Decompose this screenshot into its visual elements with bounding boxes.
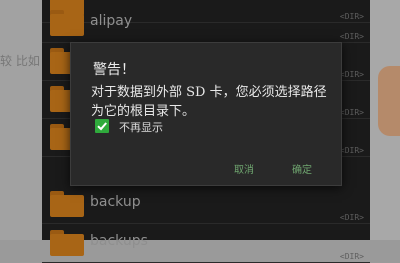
ok-button[interactable]: 确定 [292,161,312,176]
dir-tag: <DIR> [339,70,364,79]
cancel-button[interactable]: 取消 [234,161,254,176]
background-decoration [378,66,400,136]
file-row[interactable]: backups <DIR> [42,224,370,263]
dir-tag: <DIR> [339,213,364,222]
file-row[interactable]: alipay <DIR> [42,4,370,43]
file-row[interactable]: backup <DIR> [42,185,370,224]
dont-show-again-checkbox[interactable] [95,119,109,133]
background-left-panel: 较 比如 [0,0,42,240]
dialog-message: 对于数据到外部 SD 卡，您必须选择路径为它的根目录下。 [91,85,327,119]
folder-icon [50,191,84,217]
dialog-title: 警告！ [93,62,135,78]
file-name: backup [90,194,141,210]
dir-tag: <DIR> [339,252,364,261]
file-name: backups [90,233,148,249]
background-left-text: 较 比如 [0,54,40,68]
file-name: alipay [90,13,133,29]
folder-icon [50,10,84,36]
background-right-panel [370,0,400,240]
folder-icon [50,230,84,256]
dir-tag: <DIR> [339,108,364,117]
checkmark-icon [97,122,107,131]
warning-dialog: 警告！ 对于数据到外部 SD 卡，您必须选择路径为它的根目录下。 不再显示 取消… [70,42,342,186]
checkbox-label: 不再显示 [119,121,163,134]
dir-tag: <DIR> [339,146,364,155]
dir-tag: <DIR> [339,32,364,41]
